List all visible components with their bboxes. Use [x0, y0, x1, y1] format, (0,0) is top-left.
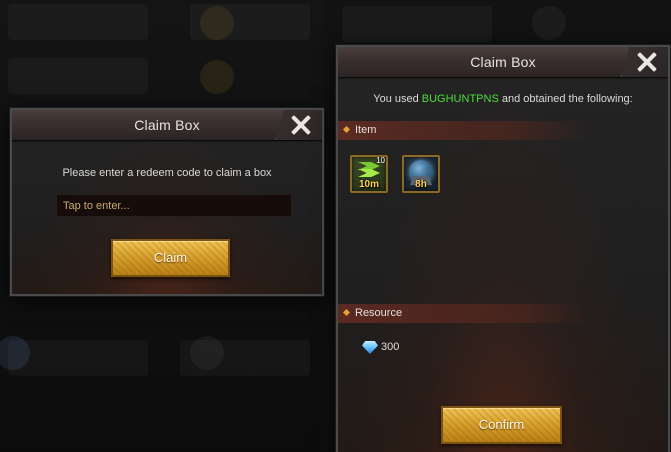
background-row: [180, 340, 310, 376]
claim-button[interactable]: Claim: [111, 239, 230, 277]
background-row: [8, 58, 148, 94]
dialog-header: Claim Box: [338, 47, 668, 80]
background-row: [342, 6, 492, 42]
item-section-header: Item: [338, 121, 590, 140]
redeem-result-message: You used BUGHUNTPNS and obtained the fol…: [338, 93, 668, 105]
result-suffix: and obtained the following:: [498, 93, 633, 105]
close-icon: [636, 51, 658, 73]
speedup-icon: [358, 169, 380, 177]
claim-result-dialog: Claim Box You used BUGHUNTPNS and obtain…: [336, 45, 670, 452]
close-icon: [290, 114, 312, 136]
redeem-code-input[interactable]: Tap to enter...: [56, 194, 292, 217]
dialog-title: Claim Box: [470, 54, 536, 70]
section-label: Item: [355, 124, 377, 136]
item-speedup[interactable]: 10 10m: [350, 155, 388, 193]
dialog-title: Claim Box: [134, 117, 200, 133]
background-icon: [532, 6, 566, 40]
claim-box-dialog: Claim Box Please enter a redeem code to …: [10, 108, 324, 296]
item-duration: 8h: [415, 179, 427, 190]
background-row: [8, 4, 148, 40]
gem-icon: [362, 341, 378, 354]
redeem-prompt: Please enter a redeem code to claim a bo…: [62, 167, 272, 179]
background-icon: [200, 60, 234, 94]
resource-section-header: Resource: [338, 304, 590, 323]
background-icon: [200, 6, 234, 40]
close-button[interactable]: [275, 110, 322, 140]
result-prefix: You used: [373, 93, 422, 105]
bullet-icon: [342, 125, 351, 134]
item-duration: 10m: [358, 179, 379, 190]
dialog-header: Claim Box: [12, 110, 322, 143]
item-count: 10: [376, 156, 385, 165]
resource-amount: 300: [381, 341, 400, 353]
redeem-code: BUGHUNTPNS: [421, 93, 499, 105]
confirm-button[interactable]: Confirm: [441, 406, 562, 444]
item-shield[interactable]: 8h: [402, 155, 440, 193]
section-label: Resource: [355, 307, 403, 319]
bullet-icon: [342, 308, 351, 317]
close-button[interactable]: [621, 47, 668, 77]
